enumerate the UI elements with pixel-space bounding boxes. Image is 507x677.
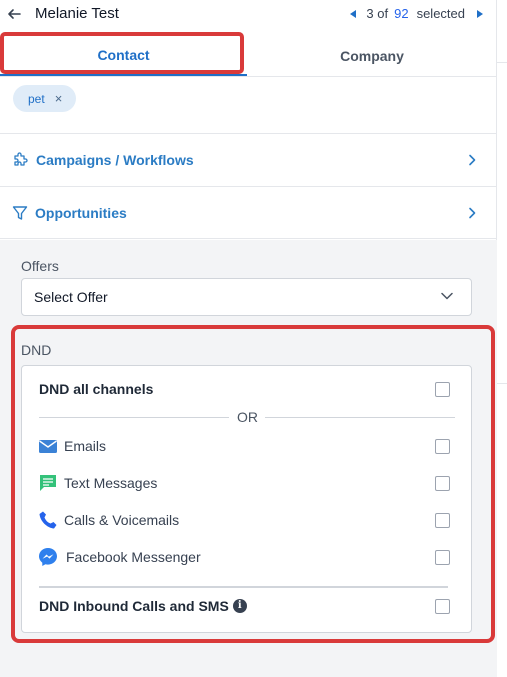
tab-company[interactable]: Company [247, 35, 497, 76]
contact-detail-panel: Melanie Test 3 of 92 selected Contact Co… [0, 0, 497, 677]
tag-chip: pet × [13, 85, 77, 112]
chevron-down-icon [441, 292, 453, 300]
next-record-icon[interactable] [477, 9, 483, 18]
remove-tag-icon[interactable]: × [55, 91, 63, 106]
highlight-box-dnd-section [11, 325, 495, 643]
contact-name-title: Melanie Test [35, 5, 119, 22]
offer-select-value: Select Offer [34, 289, 108, 305]
pager-total[interactable]: 92 [394, 6, 408, 21]
opportunities-label: Opportunities [35, 204, 127, 221]
previous-record-icon[interactable] [350, 9, 357, 18]
record-pager: 3 of 92 selected [350, 6, 483, 21]
back-arrow-icon[interactable] [6, 6, 22, 22]
pager-selected-label: selected [416, 6, 465, 21]
campaigns-workflows-section[interactable]: Campaigns / Workflows [0, 133, 497, 186]
background-divider [497, 62, 507, 63]
page: Melanie Test 3 of 92 selected Contact Co… [0, 0, 507, 677]
background-divider [497, 383, 507, 384]
campaigns-workflows-label: Campaigns / Workflows [36, 152, 194, 168]
pager-position: 3 of [366, 6, 389, 21]
chevron-right-icon [469, 207, 476, 218]
tag-label: pet [28, 91, 45, 106]
puzzle-icon [14, 152, 28, 166]
highlight-box-contact-tab [0, 32, 244, 74]
header: Melanie Test 3 of 92 selected [0, 0, 497, 30]
offer-select-dropdown[interactable]: Select Offer [21, 278, 472, 316]
chevron-right-icon [469, 154, 476, 166]
funnel-icon [12, 205, 28, 220]
opportunities-section[interactable]: Opportunities [0, 186, 497, 239]
offers-label: Offers [21, 258, 59, 274]
